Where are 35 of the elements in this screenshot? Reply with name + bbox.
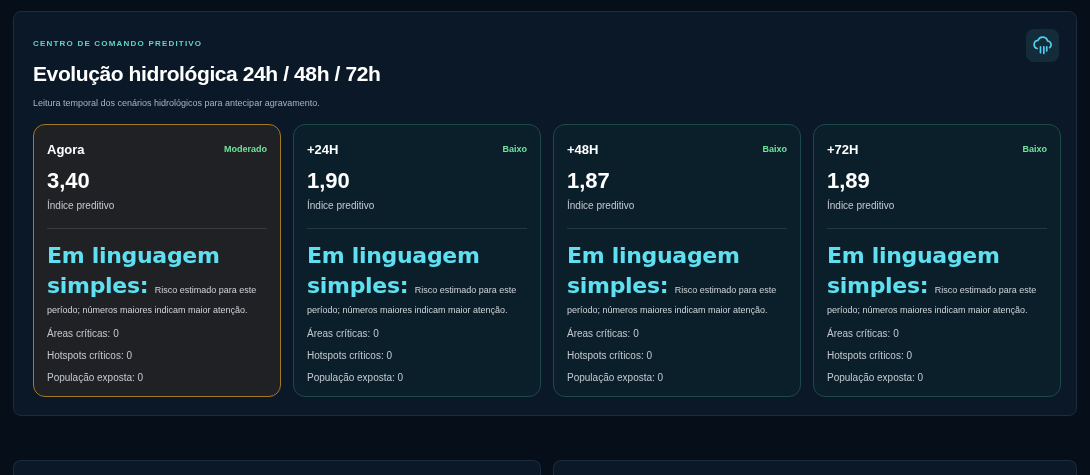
- risk-level: Moderado: [224, 143, 267, 156]
- stat-line: Áreas críticas: 0: [307, 326, 380, 341]
- stat-line: Áreas críticas: 0: [47, 326, 120, 341]
- stat-line: Hotspots críticos: 0: [47, 348, 134, 363]
- explanation-text: Em linguagem simples: Risco estimado para este período; números maiores indicam maior atenção.: [567, 241, 778, 317]
- risk-level: Baixo: [762, 143, 787, 156]
- period-label: +72H: [827, 141, 859, 159]
- eyebrow-label: CENTRO DE COMANDO PREDITIVO: [33, 38, 204, 50]
- index-label: Índice preditivo: [47, 198, 116, 213]
- index-value: 3,40: [47, 166, 91, 195]
- period-label: +24H: [307, 141, 339, 159]
- period-label: Agora: [47, 141, 85, 159]
- stat-line: População exposta: 0: [827, 370, 925, 385]
- index-label: Índice preditivo: [567, 198, 636, 213]
- stat-line: Hotspots críticos: 0: [827, 348, 914, 363]
- stat-line: População exposta: 0: [307, 370, 405, 385]
- section-subtitle: Leitura temporal dos cenários hidrológicos para antecipar agravamento.: [33, 96, 321, 110]
- risk-level: Baixo: [502, 143, 527, 156]
- explanation-text: Em linguagem simples: Risco estimado para este período; números maiores indicam maior atenção.: [827, 241, 1038, 317]
- index-value: 1,89: [827, 166, 871, 195]
- stat-line: População exposta: 0: [567, 370, 665, 385]
- index-label: Índice preditivo: [307, 198, 376, 213]
- stat-line: População exposta: 0: [47, 370, 145, 385]
- explanation-text: Em linguagem simples: Risco estimado para este período; números maiores indicam maior atenção.: [307, 241, 518, 317]
- section-title: Evolução hidrológica 24h / 48h / 72h: [33, 61, 381, 87]
- index-label: Índice preditivo: [827, 198, 896, 213]
- stat-line: Áreas críticas: 0: [827, 326, 900, 341]
- stat-line: Hotspots críticos: 0: [307, 348, 394, 363]
- stat-line: Áreas críticas: 0: [567, 326, 640, 341]
- risk-level: Baixo: [1022, 143, 1047, 156]
- index-value: 1,90: [307, 166, 351, 195]
- index-value: 1,87: [567, 166, 611, 195]
- explanation-text: Em linguagem simples: Risco estimado para este período; números maiores indicam maior atenção.: [47, 241, 258, 317]
- stat-line: Hotspots críticos: 0: [567, 348, 654, 363]
- period-label: +48H: [567, 141, 599, 159]
